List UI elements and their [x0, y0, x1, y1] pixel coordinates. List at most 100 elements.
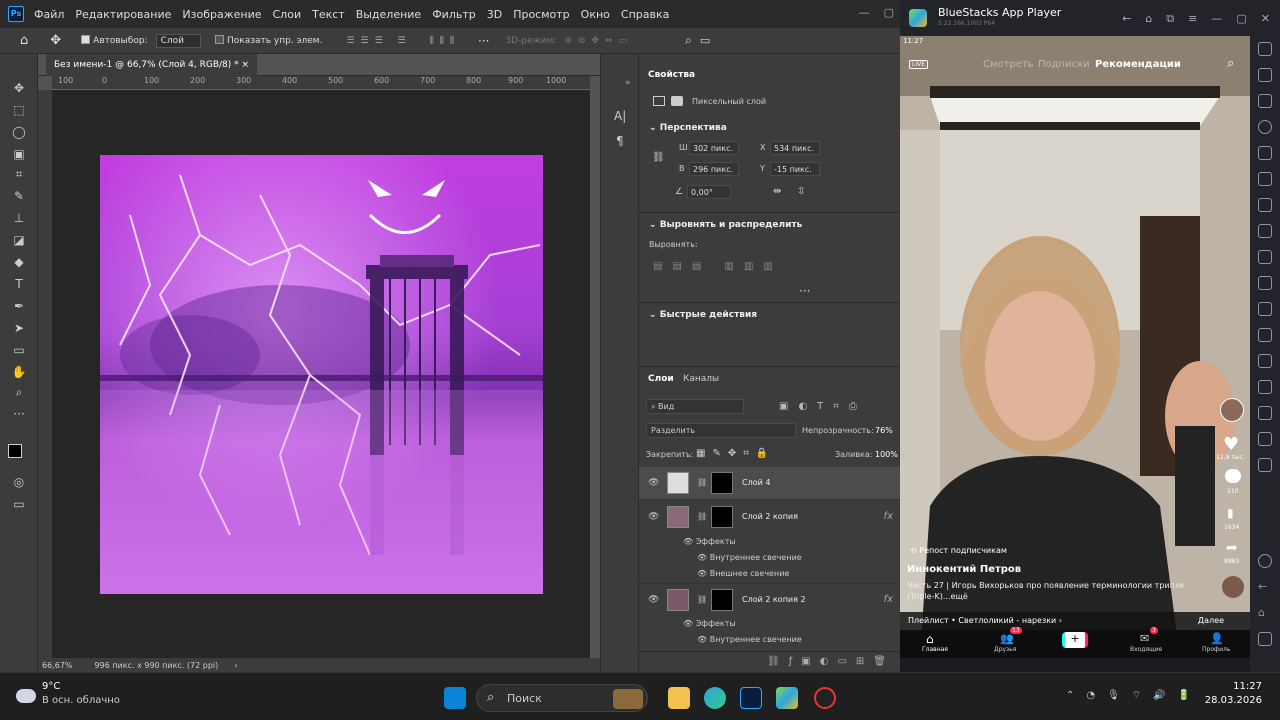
x-field[interactable]: 534 пикс. — [770, 141, 820, 155]
layer-row[interactable]: 👁 ⛓ Слой 4 — [639, 467, 901, 500]
foreground-color[interactable] — [8, 444, 22, 458]
more-icon[interactable]: ··· — [478, 34, 489, 48]
effect-row[interactable]: 👁 Внутреннее свечение — [697, 553, 802, 562]
home-icon[interactable]: ⌂ — [1145, 12, 1152, 26]
video-caption[interactable]: Часть 27 | Игорь Вихорьков про появление… — [907, 580, 1197, 602]
sidebar-record-icon[interactable] — [1258, 172, 1272, 186]
sidebar-folder-icon[interactable] — [1258, 224, 1272, 238]
tab-channels[interactable]: Каналы — [683, 374, 719, 384]
layer-row[interactable]: 👁 ⛓ Слой 2 копия 2 fx — [639, 584, 901, 617]
effect-row[interactable]: 👁 Внутреннее свечение — [697, 635, 802, 644]
link-icon[interactable]: ⛓ — [697, 512, 707, 521]
tab-layers[interactable]: Слои — [648, 374, 674, 384]
object-select-tool[interactable]: ▣ — [10, 146, 28, 162]
sidebar-location-icon[interactable] — [1258, 328, 1272, 342]
close-icon[interactable]: ✕ — [1261, 12, 1270, 26]
sidebar-home-icon[interactable]: ⌂ — [1258, 606, 1272, 620]
search-icon[interactable]: ⌕ — [1227, 56, 1234, 71]
sidebar-macro-icon[interactable] — [1258, 250, 1272, 264]
sidebar-gamepad-icon[interactable] — [1258, 458, 1272, 472]
blend-mode-dropdown[interactable]: Разделить — [646, 423, 796, 438]
nav-inbox[interactable]: Входящие — [1130, 646, 1162, 653]
section-perspective[interactable]: ⌄ Перспектива — [649, 123, 727, 133]
link-icon[interactable]: ⛓ — [697, 478, 707, 487]
menu-edit[interactable]: Редактирование — [75, 8, 171, 21]
comment-icon[interactable] — [1225, 469, 1241, 483]
menu-icon[interactable]: ≡ — [1188, 12, 1197, 26]
document-tab[interactable]: Без имени-1 @ 66,7% (Слой 4, RGB/8) * × — [46, 53, 258, 76]
workspace-icon[interactable]: ▭ — [700, 34, 710, 47]
sidebar-shake-icon[interactable] — [1258, 302, 1272, 316]
more-tools-icon[interactable]: ··· — [10, 406, 28, 422]
artwork-image[interactable] — [100, 155, 543, 594]
distribute-icons[interactable]: ⫼⫼⫼ — [430, 36, 460, 46]
weather-temp[interactable]: 9°C — [42, 681, 60, 692]
share-icon[interactable]: ➦ — [1226, 540, 1238, 556]
align-icons[interactable]: ☰☰☰ ☰ — [346, 36, 411, 46]
autoselect-dropdown[interactable]: Слой — [155, 33, 201, 48]
menu-layer[interactable]: Слои — [273, 8, 302, 21]
tab-watch[interactable]: Смотреть — [983, 59, 1034, 70]
inbox-icon[interactable]: ✉ — [1140, 632, 1149, 645]
opacity-value[interactable]: 76% — [875, 426, 893, 435]
y-field[interactable]: -15 пикс. — [770, 162, 820, 176]
height-field[interactable]: 296 пикс. — [689, 162, 739, 176]
next-button[interactable]: Далее — [1198, 616, 1224, 625]
fx-icon[interactable]: fx — [884, 511, 893, 522]
multi-instance-icon[interactable]: ⧉ — [1166, 12, 1174, 26]
layer-mask-thumbnail[interactable] — [711, 589, 733, 611]
sidebar-sync-icon[interactable] — [1258, 276, 1272, 290]
section-quick-actions[interactable]: ⌄ Быстрые действия — [649, 310, 757, 320]
lock-icons[interactable]: ▦✎✥⌗🔒 — [696, 448, 775, 459]
maximize-icon[interactable]: ▢ — [884, 6, 894, 19]
path-select-tool[interactable]: ➤ — [10, 320, 28, 336]
bookmark-icon[interactable]: ▮ — [1227, 506, 1234, 520]
sidebar-layers-icon[interactable] — [1258, 406, 1272, 420]
menu-window[interactable]: Окно — [581, 8, 610, 21]
nav-home[interactable]: Главная — [922, 646, 948, 653]
eye-icon[interactable]: 👁 — [683, 537, 696, 546]
live-button[interactable]: LIVE — [909, 60, 929, 69]
section-align[interactable]: ⌄ Выровнять и распределить — [649, 220, 802, 230]
shape-tool[interactable]: ▭ — [10, 342, 28, 358]
zoom-tool[interactable]: ⌕ — [10, 384, 28, 400]
layer-mask-thumbnail[interactable] — [711, 506, 733, 528]
eye-icon[interactable]: 👁 — [648, 512, 659, 522]
weather-desc[interactable]: В осн. облачно — [42, 695, 120, 706]
sidebar-volume-icon[interactable] — [1258, 68, 1272, 82]
nav-profile[interactable]: Профиль — [1202, 646, 1230, 653]
heart-icon[interactable]: ♥ — [1223, 434, 1239, 455]
move-tool-icon[interactable]: ✥ — [50, 33, 61, 48]
windows-start-icon[interactable] — [444, 687, 466, 709]
minimize-icon[interactable]: — — [859, 6, 870, 19]
zoom-level[interactable]: 66,67% — [42, 661, 73, 670]
avatar[interactable] — [1220, 398, 1244, 422]
menu-filter[interactable]: Фильтр — [432, 8, 476, 21]
repost-badge[interactable]: ⟲ Репост подписчикам — [910, 546, 1007, 555]
layer-name[interactable]: Слой 4 — [742, 478, 770, 487]
layer-name[interactable]: Слой 2 копия 2 — [742, 595, 806, 604]
photoshop-icon[interactable] — [740, 687, 762, 709]
eye-icon[interactable]: 👁 — [697, 553, 710, 562]
sidebar-eco-icon[interactable] — [1258, 354, 1272, 368]
clock-time[interactable]: 11:27 — [1214, 681, 1262, 692]
menu-help[interactable]: Справка — [621, 8, 669, 21]
eye-icon[interactable]: 👁 — [648, 478, 659, 488]
sidebar-rotate-icon[interactable] — [1258, 120, 1272, 134]
screen-mode-icon[interactable]: ▭ — [10, 496, 28, 512]
collapse-icon[interactable]: » — [625, 78, 631, 88]
move-tool[interactable]: ✥ — [10, 80, 28, 96]
marquee-tool[interactable]: ⬚ — [10, 102, 28, 118]
tray-icons[interactable]: ⌃◔🎙⌔🔊🔋 — [1066, 689, 1202, 702]
nav-friends[interactable]: Друзья — [994, 646, 1016, 653]
paragraph-panel-icon[interactable]: ¶ — [616, 134, 624, 148]
home-icon[interactable]: ⌂ — [20, 33, 28, 48]
flip-horizontal-icon[interactable]: ⇹ — [773, 186, 781, 197]
tab-following[interactable]: Подписки — [1038, 59, 1090, 70]
music-disc-icon[interactable] — [1222, 576, 1244, 598]
quick-mask-icon[interactable]: ◎ — [10, 474, 28, 490]
layer-filter-icons[interactable]: ▣◐T⌗⎙ — [779, 401, 867, 412]
menu-view[interactable]: Просмотр — [513, 8, 569, 21]
character-panel-icon[interactable]: A| — [614, 109, 626, 123]
align-buttons-icons[interactable]: ▤▤▤ ▥▥▥ — [653, 261, 783, 272]
